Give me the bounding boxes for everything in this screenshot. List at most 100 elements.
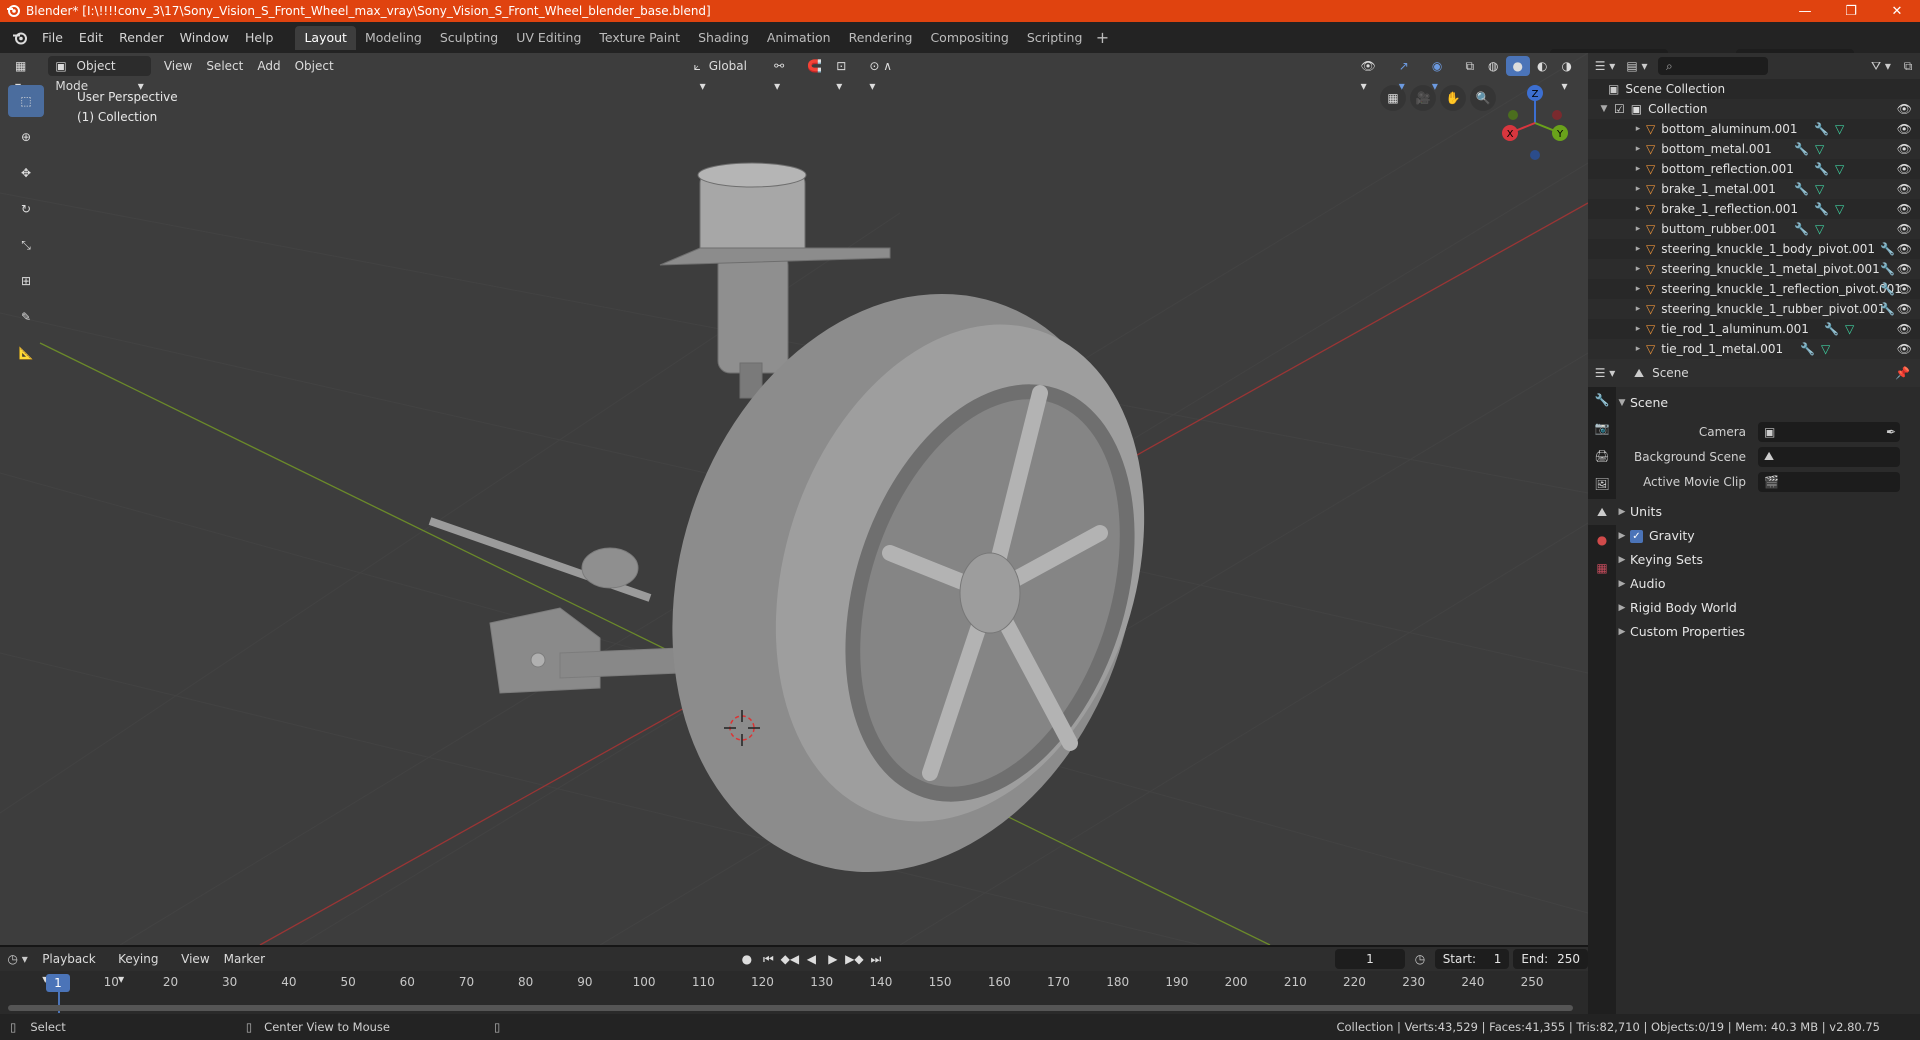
eye-icon[interactable]: 👁 [1897,119,1912,139]
editor-type-icon[interactable]: ▦ ▾ [8,56,42,93]
tab-sculpting[interactable]: Sculpting [431,26,507,50]
mesh-data-icon[interactable]: ▽ [1815,139,1824,159]
output-tab-icon[interactable]: 🖨 [1588,443,1616,469]
eye-icon[interactable]: 👁 [1897,219,1912,239]
movie-clip-field[interactable]: 🎬 [1758,471,1900,492]
tab-uv-editing[interactable]: UV Editing [507,26,590,50]
proportional-edit-icon[interactable]: ⊙ ∧ ▾ [862,56,907,93]
prev-keyframe-icon[interactable]: ◆◀ [779,952,801,966]
record-icon[interactable]: ● [736,952,758,966]
modifier-wrench-icon[interactable]: 🔧 [1880,259,1895,279]
tab-layout[interactable]: Layout [295,25,356,50]
add-workspace-button[interactable]: + [1091,27,1113,49]
menu-window[interactable]: Window [172,27,237,49]
view-layer-tab-icon[interactable]: 🖼 [1588,471,1616,497]
modifier-wrench-icon[interactable]: 🔧 [1794,219,1809,239]
eyedropper-icon[interactable]: ✒ [1886,425,1896,439]
outliner-object-row[interactable]: ▸ ▽ steering_knuckle_1_rubber_pivot.001 🔧 👁 [1588,299,1920,319]
maximize-button[interactable]: ❐ [1828,0,1874,22]
scene-panel-header[interactable]: ▼ Scene [1616,391,1920,415]
outliner-object-row[interactable]: ▸ ▽ brake_1_reflection.001 🔧 ▽ 👁 [1588,199,1920,219]
scale-tool-icon[interactable]: ⤡ [8,229,44,261]
mesh-data-icon[interactable]: ▽ [1815,179,1824,199]
navigation-gizmo[interactable]: Z Y X [1495,83,1575,163]
background-scene-field[interactable]: ⛰ [1758,446,1900,467]
current-frame-field[interactable]: 1 [1334,949,1406,969]
xray-icon[interactable]: ⧉ [1458,56,1481,76]
wireframe-shading-icon[interactable]: ◍ [1481,56,1505,76]
modifier-wrench-icon[interactable]: 🔧 [1794,139,1809,159]
modifier-wrench-icon[interactable]: 🔧 [1814,159,1829,179]
modifier-wrench-icon[interactable]: 🔧 [1880,299,1895,319]
checkbox-icon[interactable]: ☑ [1614,99,1625,119]
tab-animation[interactable]: Animation [758,26,840,50]
transform-tool-icon[interactable]: ⊞ [8,265,44,297]
timeline-menu-keying[interactable]: Keying ▾ [111,949,174,986]
visibility-icon[interactable]: 👁 ▾ [1354,56,1392,93]
gravity-panel-header[interactable]: ▶ ✓ Gravity [1616,524,1920,548]
modifier-wrench-icon[interactable]: 🔧 [1824,319,1839,339]
audio-panel-header[interactable]: ▶ Audio [1616,572,1920,596]
eye-icon[interactable]: 👁 [1897,139,1912,159]
outliner-object-row[interactable]: ▸ ▽ bottom_aluminum.001 🔧 ▽ 👁 [1588,119,1920,139]
grid-view-icon[interactable]: ▦ [1380,85,1406,111]
zoom-icon[interactable]: 🔍 [1470,85,1496,111]
rigid-body-world-panel-header[interactable]: ▶ Rigid Body World [1616,596,1920,620]
texture-tab-icon[interactable]: ▦ [1588,555,1616,581]
eye-icon[interactable]: 👁 [1897,99,1912,119]
modifier-wrench-icon[interactable]: 🔧 [1880,279,1895,299]
eye-icon[interactable]: 👁 [1897,159,1912,179]
render-tab-icon[interactable]: 📷 [1588,415,1616,441]
end-frame-field[interactable]: End: 250 [1513,949,1588,969]
measure-tool-icon[interactable]: 📐 [8,337,44,369]
pan-hand-icon[interactable]: ✋ [1440,85,1466,111]
minimize-button[interactable]: — [1782,0,1828,22]
mesh-data-icon[interactable]: ▽ [1821,339,1830,359]
menu-edit[interactable]: Edit [71,27,111,49]
cursor-tool-icon[interactable]: ⊕ [8,121,44,153]
annotate-tool-icon[interactable]: ✎ [8,301,44,333]
jump-start-icon[interactable]: ⏮ [758,952,780,967]
3d-viewport[interactable]: ▦ ▾ ▣ Object Mode ▾ View Select Add Obje… [0,53,1588,945]
viewport-menu-view[interactable]: View [157,56,199,76]
expand-icon[interactable]: ▸ [1632,319,1644,339]
expand-icon[interactable]: ▸ [1632,279,1644,299]
expand-icon[interactable]: ▸ [1632,159,1644,179]
auto-keying-icon[interactable]: ◷ [1405,952,1434,966]
display-mode-icon[interactable]: ▤ ▾ [1622,59,1652,73]
viewport-menu-object[interactable]: Object [288,56,341,76]
modifier-wrench-icon[interactable]: 🔧 [1814,199,1829,219]
viewport-menu-add[interactable]: Add [250,56,287,76]
snap-icon[interactable]: 🧲 [800,56,829,76]
play-icon[interactable]: ▶ [822,952,844,966]
move-tool-icon[interactable]: ✥ [8,157,44,189]
mesh-data-icon[interactable]: ▽ [1835,119,1844,139]
eye-icon[interactable]: 👁 [1897,279,1912,299]
outliner-object-row[interactable]: ▸ ▽ steering_knuckle_1_body_pivot.001 🔧 👁 [1588,239,1920,259]
rendered-shading-icon[interactable]: ◑ ▾ [1554,56,1588,93]
camera-field[interactable]: ▣ ✒ [1758,421,1900,442]
gizmo-toggle-icon[interactable]: ↗ ▾ [1392,56,1425,93]
modifier-wrench-icon[interactable]: 🔧 [1880,239,1895,259]
solid-shading-icon[interactable]: ● [1505,56,1530,76]
filter-icon[interactable]: ⛛ ▾ [1866,59,1896,74]
outliner-object-row[interactable]: ▸ ▽ brake_1_metal.001 🔧 ▽ 👁 [1588,179,1920,199]
snap-target-icon[interactable]: ⊡ ▾ [829,56,862,93]
pin-icon[interactable]: 📌 [1895,366,1910,380]
timeline-menu-view[interactable]: View [174,949,216,969]
tab-texture-paint[interactable]: Texture Paint [590,26,689,50]
outliner-object-row[interactable]: ▸ ▽ buttom_rubber.001 🔧 ▽ 👁 [1588,219,1920,239]
close-button[interactable]: ✕ [1874,0,1920,22]
new-collection-icon[interactable]: ⧉ [1896,59,1920,74]
timeline-ruler[interactable]: 1 10 20 30 40 50 60 70 80 90 100 110 120 130 140 150 160… [0,973,1588,1013]
mesh-data-icon[interactable]: ▽ [1835,159,1844,179]
select-box-tool-icon[interactable]: ⬚ [8,85,44,117]
next-keyframe-icon[interactable]: ▶◆ [844,952,866,966]
expand-icon[interactable]: ▸ [1632,339,1644,359]
modifier-wrench-icon[interactable]: 🔧 [1800,339,1815,359]
expand-icon[interactable]: ▸ [1632,179,1644,199]
outliner-search-input[interactable]: ⌕ [1658,57,1768,75]
expand-icon[interactable]: ▸ [1632,299,1644,319]
scene-tab-icon[interactable]: ⛰ [1588,499,1616,525]
tab-scripting[interactable]: Scripting [1018,26,1092,50]
